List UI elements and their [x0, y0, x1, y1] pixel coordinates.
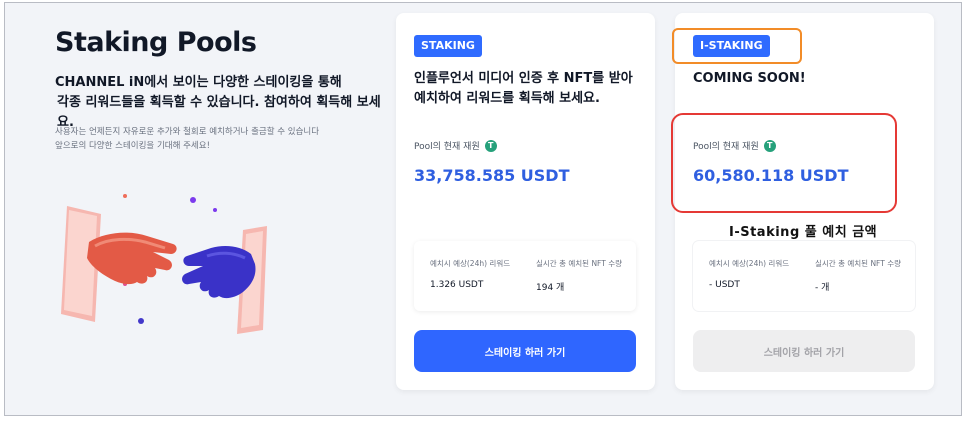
stat-value: 194 개 [536, 283, 565, 293]
decor-dot [190, 197, 196, 203]
staking-badge: STAKING [414, 35, 482, 57]
stat-label: 실시간 총 예치된 NFT 수량 [815, 259, 902, 268]
stat-expected-reward: 예치시 예상(24h) 리워드 1.326 USDT [430, 258, 510, 290]
pool-value: 33,758.585 USDT [414, 166, 570, 185]
intro-description: CHANNEL iN에서 보이는 다양한 스테이킹을 통해 각종 리워드들을 획… [55, 73, 395, 133]
decor-dot [213, 208, 217, 212]
decor-dot [123, 194, 127, 198]
card-heading-line: 예치하여 리워드를 획득해 보세요. [414, 91, 600, 106]
card-heading-line: COMING SOON! [693, 71, 806, 86]
stats-box: 예치시 예상(24h) 리워드 1.326 USDT 실시간 총 예치된 NFT… [414, 241, 636, 311]
stat-value: - 개 [815, 283, 830, 293]
intro-subtext: 사용자는 언제든지 자유로운 추가와 철회로 예치하거나 출금할 수 있습니다 … [55, 125, 375, 153]
card-heading: 인플루언서 미디어 인증 후 NFT를 받아 예치하여 리워드를 획득해 보세요… [414, 69, 644, 109]
page-title: Staking Pools [55, 27, 257, 58]
pool-value-highlight-box [671, 113, 897, 213]
stat-expected-reward: 예치시 예상(24h) 리워드 - USDT [709, 258, 789, 290]
go-staking-button[interactable]: 스테이킹 하러 가기 [414, 330, 636, 372]
red-hand-icon [87, 232, 177, 285]
page-frame: Staking Pools CHANNEL iN에서 보이는 다양한 스테이킹을… [4, 2, 962, 416]
decor-dot [138, 318, 144, 324]
badge-highlight-box [672, 28, 802, 64]
staking-card: STAKING 인플루언서 미디어 인증 후 NFT를 받아 예치하여 리워드를… [396, 13, 655, 390]
intro-subtext-line: 사용자는 언제든지 자유로운 추가와 철회로 예치하거나 출금할 수 있습니다 [55, 127, 320, 137]
stat-value: 1.326 USDT [430, 280, 484, 290]
stats-box: 예치시 예상(24h) 리워드 - USDT 실시간 총 예치된 NFT 수량 … [693, 241, 915, 311]
card-heading: COMING SOON! [693, 69, 923, 89]
stat-nft-count: 실시간 총 예치된 NFT 수량 194 개 [536, 258, 622, 293]
stat-label: 예치시 예상(24h) 리워드 [709, 259, 790, 268]
go-staking-button-disabled[interactable]: 스테이킹 하러 가기 [693, 330, 915, 372]
pool-label-text: Pool의 현재 재원 [414, 142, 480, 152]
intro-description-line: CHANNEL iN에서 보이는 다양한 스테이킹을 통해 [55, 75, 342, 90]
stat-label: 예치시 예상(24h) 리워드 [430, 259, 511, 268]
intro-subtext-line: 앞으로의 다양한 스테이킹을 기대해 주세요! [55, 141, 210, 151]
stat-value: - USDT [709, 280, 740, 290]
handshake-illustration [61, 194, 267, 334]
blue-hand-icon [182, 246, 256, 299]
stat-nft-count: 실시간 총 예치된 NFT 수량 - 개 [815, 258, 901, 293]
card-heading-line: 인플루언서 미디어 인증 후 NFT를 받아 [414, 71, 633, 86]
stat-label: 실시간 총 예치된 NFT 수량 [536, 259, 623, 268]
tether-icon: T [484, 139, 497, 152]
annotation-label: I-Staking 풀 예치 금액 [729, 225, 878, 240]
pool-label: Pool의 현재 재원 T [414, 139, 497, 152]
